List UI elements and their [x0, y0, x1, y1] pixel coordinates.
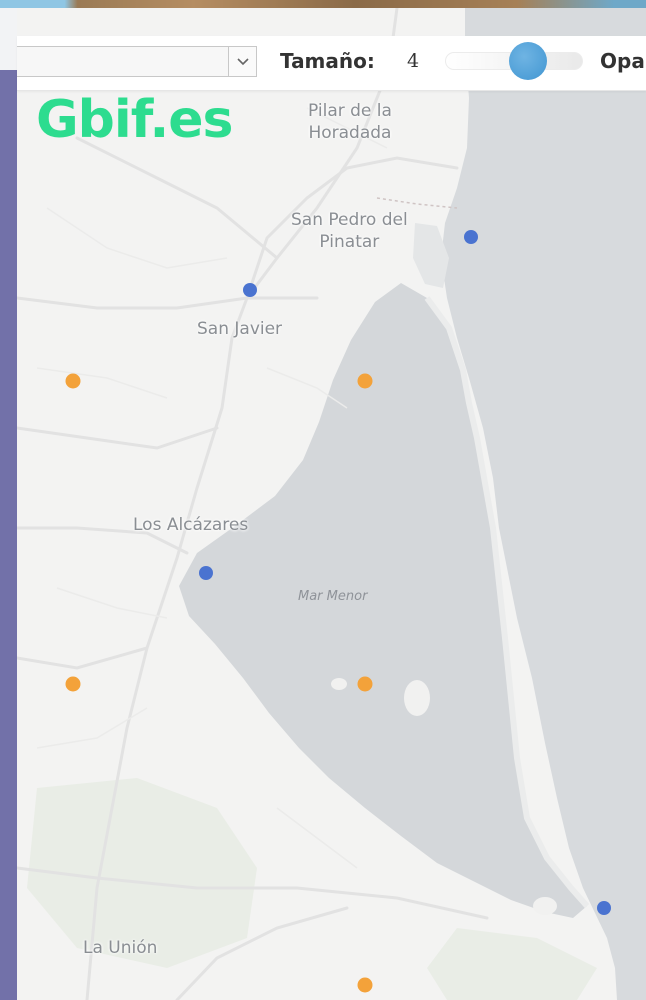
- island: [404, 680, 430, 716]
- size-value: 4: [407, 50, 420, 72]
- place-label-line: Horadada: [308, 123, 392, 143]
- layer-select[interactable]: [17, 46, 257, 77]
- occurrence-marker-blue[interactable]: [199, 566, 213, 580]
- place-label-line: Pinatar: [319, 232, 380, 252]
- place-label-san-pedro-del-pinatar: San Pedro del Pinatar: [291, 209, 408, 253]
- chevron-down-icon: [236, 57, 249, 65]
- occurrence-marker-blue[interactable]: [597, 901, 611, 915]
- green-area: [427, 928, 597, 1000]
- left-panel: [0, 8, 17, 70]
- header-photo-strip: [0, 0, 646, 8]
- occurrence-marker-orange[interactable]: [357, 373, 373, 389]
- basemap: [17, 8, 646, 1000]
- island: [331, 678, 347, 690]
- place-label-san-javier: San Javier: [197, 319, 283, 339]
- municipal-boundary: [376, 197, 458, 209]
- select-arrow-button[interactable]: [228, 47, 256, 76]
- occurrence-marker-orange[interactable]: [357, 977, 373, 993]
- place-label-pilar-de-la-horadada: Pilar de la Horadada: [308, 100, 392, 144]
- occurrence-marker-orange[interactable]: [357, 676, 373, 692]
- map-control-bar: Tamaño: 4 Opa: [17, 36, 646, 91]
- opacity-label: Opa: [600, 49, 645, 73]
- water-label-mar-menor: Mar Menor: [298, 589, 368, 604]
- map-canvas[interactable]: Pilar de la Horadada San Pedro del Pinat…: [17, 8, 646, 1000]
- place-label-line: Pilar de la: [308, 101, 392, 121]
- salt-flats: [413, 223, 449, 288]
- map-viewer: Pilar de la Horadada San Pedro del Pinat…: [0, 0, 646, 1000]
- place-label-la-union: La Unión: [83, 938, 158, 958]
- occurrence-marker-blue[interactable]: [243, 283, 257, 297]
- occurrence-marker-orange[interactable]: [65, 676, 81, 692]
- size-label: Tamaño:: [280, 49, 375, 73]
- gbif-es-logo: Gbif.es: [36, 90, 233, 150]
- place-label-los-alcazares: Los Alcázares: [133, 515, 249, 535]
- size-slider-thumb[interactable]: [509, 42, 547, 80]
- sidebar-edge: [0, 70, 17, 1000]
- occurrence-marker-blue[interactable]: [464, 230, 478, 244]
- occurrence-marker-orange[interactable]: [65, 373, 81, 389]
- place-label-line: San Pedro del: [291, 210, 408, 230]
- island: [533, 897, 557, 915]
